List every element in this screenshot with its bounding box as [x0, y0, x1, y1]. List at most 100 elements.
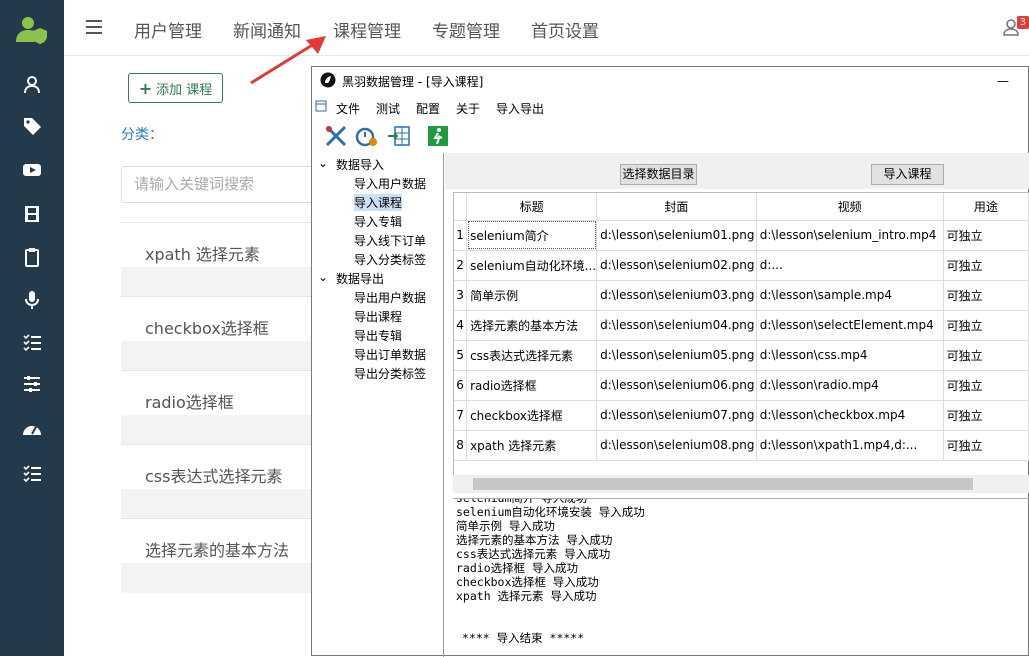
nav-homepage-settings[interactable]: 首页设置 — [531, 17, 599, 42]
table-cell[interactable]: selenium简介 — [466, 220, 598, 251]
table-cell[interactable]: d:\lesson\selenium_intro.mp4 — [756, 220, 944, 251]
table-cell[interactable]: 可独立 — [943, 250, 1029, 281]
column-header[interactable]: 用途 — [943, 193, 1029, 221]
table-cell[interactable]: d:\lesson\sample.mp4 — [756, 280, 944, 311]
table-cell[interactable]: d:\lesson\radio.mp4 — [756, 370, 944, 401]
tools-icon[interactable] — [324, 124, 348, 148]
sidebar-nav-4[interactable] — [0, 194, 64, 234]
import-table-icon[interactable] — [387, 124, 411, 148]
sidebar-nav-2[interactable] — [0, 106, 64, 146]
select-data-dir-button[interactable]: 选择数据目录 — [620, 164, 697, 185]
menu-about[interactable]: 关于 — [456, 100, 480, 117]
tree-import-item-1[interactable]: 导入用户数据 — [354, 175, 426, 192]
menu-file[interactable]: 文件 — [336, 100, 360, 117]
row-number-header — [454, 193, 468, 221]
table-row[interactable]: 1 selenium简介 d:\lesson\selenium01.png d:\le… — [454, 220, 1029, 251]
minimize-button[interactable]: — — [997, 74, 1009, 88]
nav-topics[interactable]: 专题管理 — [432, 17, 500, 42]
tree-import-item-4[interactable]: 导入线下订单 — [354, 232, 426, 249]
tree-export-item-5[interactable]: 导出分类标签 — [354, 365, 426, 382]
row-number: 2 — [454, 250, 468, 281]
table-cell[interactable]: 可独立 — [943, 340, 1029, 371]
tree-import-item-3[interactable]: 导入专辑 — [354, 213, 402, 230]
add-course-button[interactable]: + 添加 课程 — [128, 73, 223, 103]
nav-user-management[interactable]: 用户管理 — [134, 17, 202, 42]
sidebar-nav-10[interactable] — [0, 453, 64, 493]
user-shield-logo-icon — [16, 17, 47, 44]
table-cell[interactable]: 简单示例 — [466, 280, 598, 311]
table-row[interactable]: 3 简单示例 d:\lesson\selenium03.png d:\lesson\s… — [454, 280, 1029, 311]
log-line: checkbox选择框 导入成功 — [456, 575, 599, 589]
table-cell[interactable]: css表达式选择元素 — [466, 340, 598, 371]
table-cell[interactable]: selenium自动化环境... — [466, 250, 598, 281]
tree-export-item-4[interactable]: 导出订单数据 — [354, 346, 426, 363]
menu-toggle-icon[interactable] — [86, 20, 102, 34]
tree-import-item-2[interactable]: 导入课程 — [354, 194, 403, 211]
menu-config[interactable]: 配置 — [416, 100, 440, 117]
exit-icon[interactable] — [426, 124, 450, 148]
table-cell[interactable]: d:\lesson\selenium05.png — [596, 340, 757, 371]
search-input[interactable]: 请输入关键词搜索 — [121, 166, 321, 203]
table-row[interactable]: 2 selenium自动化环境... d:\lesson\selenium02.pn… — [454, 250, 1029, 281]
timer-settings-icon[interactable] — [355, 124, 379, 148]
table-cell[interactable]: 可独立 — [943, 220, 1029, 251]
table-cell[interactable]: d:\lesson\selectElement.mp4 — [756, 310, 944, 341]
table-row[interactable]: 4 选择元素的基本方法 d:\lesson\selenium04.png d:\les… — [454, 310, 1029, 341]
table-cell[interactable]: d:\lesson\selenium04.png — [596, 310, 757, 341]
table-cell[interactable]: 可独立 — [943, 370, 1029, 401]
scrollbar-thumb[interactable] — [473, 478, 973, 490]
tree-export-item-2[interactable]: 导出课程 — [354, 308, 402, 325]
nav-course-management[interactable]: 课程管理 — [333, 17, 401, 42]
table-cell[interactable]: d:\lesson\css.mp4 — [756, 340, 944, 371]
table-cell[interactable]: d:\lesson\selenium08.png — [596, 430, 757, 461]
table-cell[interactable]: d:\lesson\selenium07.png — [596, 400, 757, 431]
table-cell[interactable]: d:\lesson\selenium06.png — [596, 370, 757, 401]
horizontal-scrollbar[interactable] — [453, 475, 1029, 493]
table-cell[interactable]: d:\lesson\selenium01.png — [596, 220, 757, 251]
table-cell[interactable]: d:\lesson\selenium03.png — [596, 280, 757, 311]
table-cell[interactable]: 选择元素的基本方法 — [466, 310, 598, 341]
column-header[interactable]: 视频 — [756, 193, 944, 221]
course-item[interactable]: 选择元素的基本方法 — [121, 518, 321, 593]
table-cell[interactable]: 可独立 — [943, 400, 1029, 431]
table-cell[interactable]: 可独立 — [943, 280, 1029, 311]
course-item-footer — [121, 267, 321, 297]
import-course-button[interactable]: 导入课程 — [871, 164, 944, 185]
sidebar-nav-3[interactable] — [0, 150, 64, 190]
sidebar-nav-1[interactable] — [0, 64, 64, 104]
table-cell[interactable]: 可独立 — [943, 310, 1029, 341]
tree-group-export[interactable]: 数据导出 — [336, 270, 384, 287]
sidebar-nav-9[interactable] — [0, 410, 64, 450]
table-row[interactable]: 6 radio选择框 d:\lesson\selenium06.png d:\less… — [454, 370, 1029, 401]
table-cell[interactable]: d:\lesson\xpath1.mp4,d:... — [756, 430, 944, 461]
sidebar-nav-7[interactable] — [0, 322, 64, 362]
sidebar-nav-6[interactable] — [0, 280, 64, 320]
tree-export-item-1[interactable]: 导出用户数据 — [354, 289, 426, 306]
menu-test[interactable]: 测试 — [376, 100, 400, 117]
table-cell[interactable]: 可独立 — [943, 430, 1029, 461]
table-cell[interactable]: radio选择框 — [466, 370, 598, 401]
table-row[interactable]: 5 css表达式选择元素 d:\lesson\selenium05.png d:\le… — [454, 340, 1029, 371]
tree-import-item-5[interactable]: 导入分类标签 — [354, 251, 426, 268]
tree-collapse-icon[interactable]: ⌄ — [318, 270, 328, 284]
table-cell[interactable]: checkbox选择框 — [466, 400, 598, 431]
column-header[interactable]: 封面 — [596, 193, 757, 221]
course-item[interactable]: css表达式选择元素 — [121, 444, 321, 519]
course-item[interactable]: radio选择框 — [121, 370, 321, 445]
menu-import-export[interactable]: 导入导出 — [496, 100, 544, 117]
table-row[interactable]: 7 checkbox选择框 d:\lesson\selenium07.png d:\l… — [454, 400, 1029, 431]
sidebar-nav-5[interactable] — [0, 237, 64, 277]
tree-group-import[interactable]: 数据导入 — [336, 156, 384, 173]
sidebar-nav-8[interactable] — [0, 364, 64, 404]
tree-collapse-icon[interactable]: ⌄ — [318, 156, 328, 170]
column-header[interactable]: 标题 — [466, 193, 598, 221]
table-cell[interactable]: d:\lesson\selenium02.png — [596, 250, 757, 281]
table-cell[interactable]: d:... — [756, 250, 944, 281]
tree-export-item-3[interactable]: 导出专辑 — [354, 327, 402, 344]
table-row[interactable]: 8 xpath 选择元素 d:\lesson\selenium08.png d:\le… — [454, 430, 1029, 461]
window-titlebar[interactable]: 黑羽数据管理 - [导入课程] — — [312, 67, 1028, 94]
table-cell[interactable]: d:\lesson\checkbox.mp4 — [756, 400, 944, 431]
course-item[interactable]: checkbox选择框 — [121, 296, 321, 371]
table-cell[interactable]: xpath 选择元素 — [466, 430, 598, 461]
course-item[interactable]: xpath 选择元素 — [121, 222, 321, 297]
